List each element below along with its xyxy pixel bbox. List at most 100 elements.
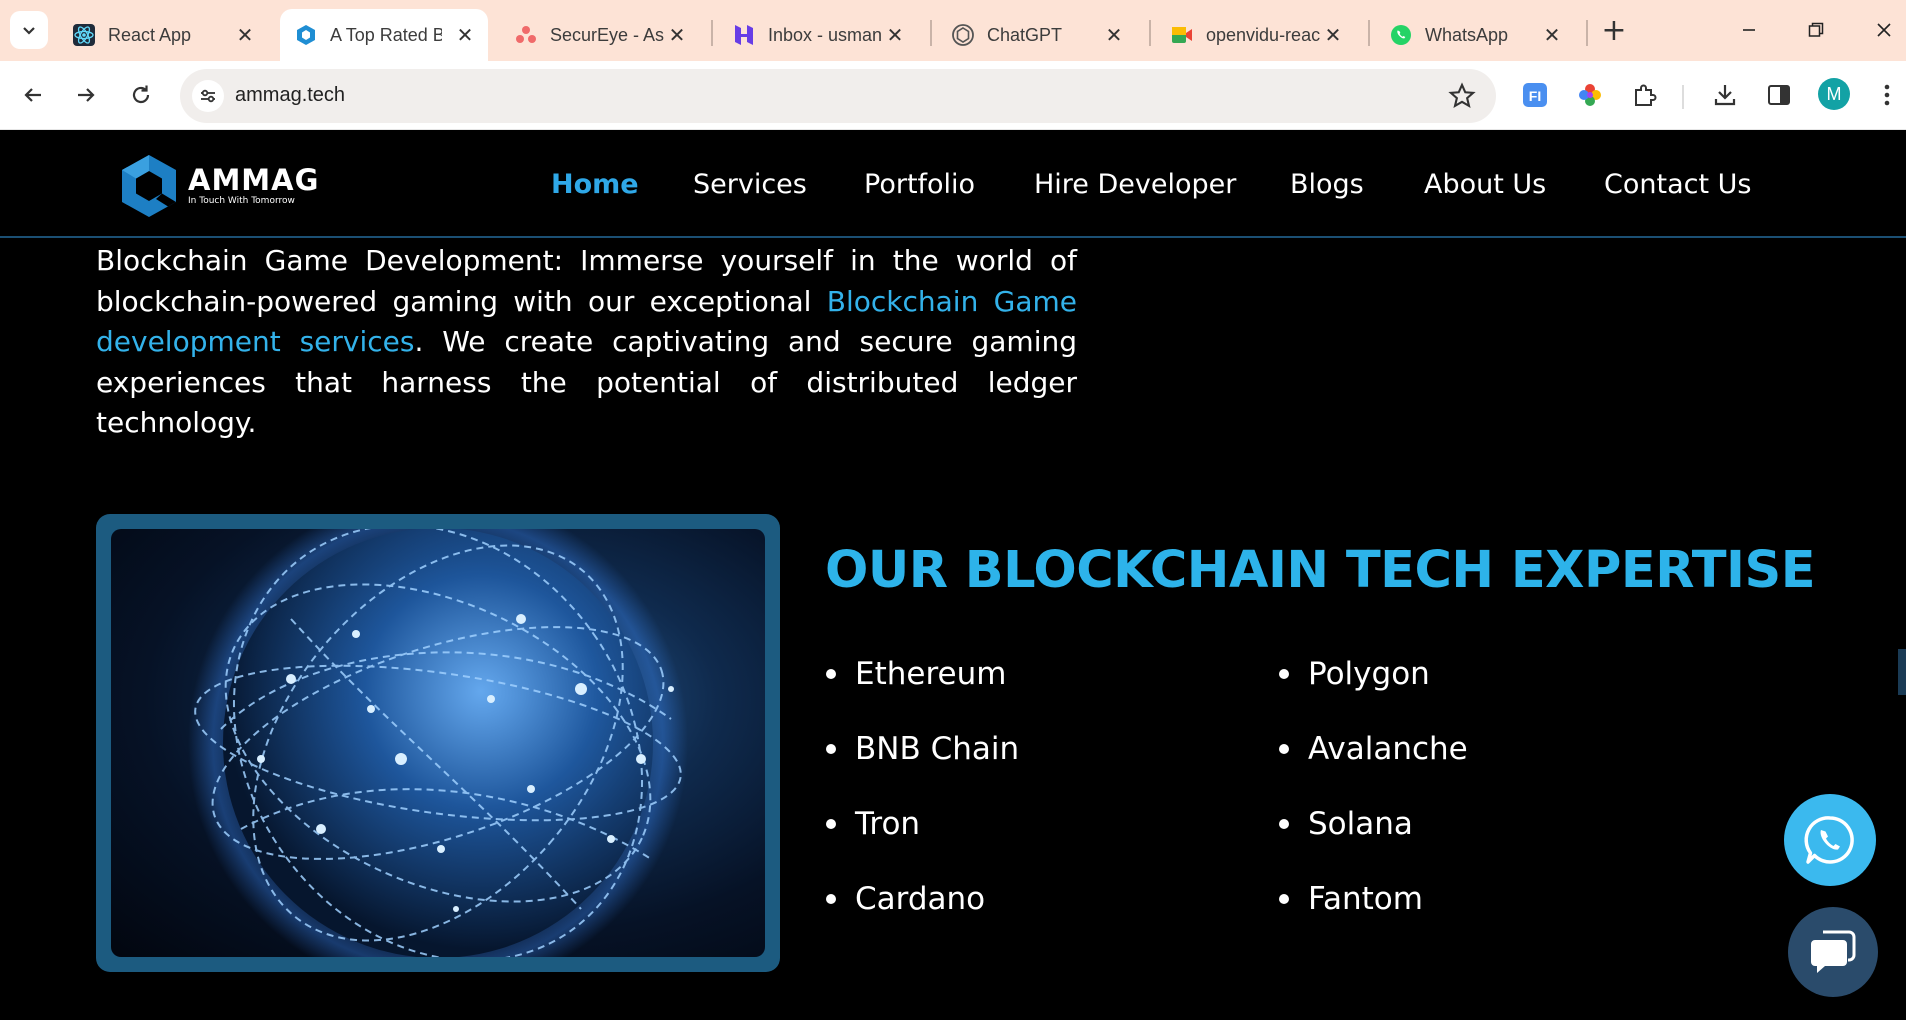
tab-secureye[interactable]: SecurEye - As ✕ — [500, 9, 700, 61]
site-info-icon[interactable] — [192, 80, 224, 112]
close-icon — [1877, 23, 1891, 37]
back-button[interactable] — [15, 77, 51, 113]
tech-list-item: Tron — [826, 806, 920, 842]
bullet — [826, 894, 836, 904]
tab-search-button[interactable] — [10, 11, 48, 49]
logo-name: AMMAG — [188, 163, 320, 197]
reload-button[interactable] — [123, 77, 159, 113]
bullet — [1279, 894, 1289, 904]
url-text[interactable]: ammag.tech — [235, 84, 345, 107]
new-tab-button[interactable]: + — [1598, 13, 1630, 48]
tab-title: ChatGPT — [987, 24, 1063, 45]
whatsapp-icon — [1389, 23, 1413, 47]
tab-whatsapp[interactable]: WhatsApp ✕ — [1375, 9, 1575, 61]
tab-separator — [1149, 20, 1151, 46]
tab-separator — [711, 20, 713, 46]
react-icon — [72, 23, 96, 47]
tech-list-item: Ethereum — [826, 656, 1006, 692]
downloads-icon[interactable] — [1707, 77, 1743, 113]
page-scrollbar-thumb[interactable] — [1898, 649, 1906, 695]
restore-icon — [1808, 22, 1824, 37]
restore-button[interactable] — [1792, 12, 1840, 48]
tab-openvidu[interactable]: openvidu-reac ✕ — [1156, 9, 1356, 61]
site-logo[interactable]: AMMAG In Touch With Tomorrow — [118, 153, 319, 219]
chat-bubble-icon — [1811, 930, 1856, 973]
browser-tab-strip: React App ✕ A Top Rated B ✕ SecurEye - A… — [0, 0, 1906, 61]
minimize-icon — [1743, 29, 1755, 31]
forward-arrow-icon — [78, 88, 95, 102]
minimize-button[interactable] — [1725, 12, 1773, 48]
nav-about-us[interactable]: About Us — [1424, 169, 1546, 200]
blockchain-globe-image — [111, 529, 765, 957]
tech-avalanche: Avalanche — [1308, 731, 1468, 767]
tech-ethereum: Ethereum — [855, 656, 1007, 692]
blockchain-game-paragraph: Blockchain Game Development: Immerse you… — [96, 241, 1077, 444]
tab-separator — [1586, 20, 1588, 46]
close-tab-icon[interactable]: ✕ — [1101, 22, 1127, 48]
tech-list-item: Fantom — [1279, 881, 1423, 917]
bullet — [1279, 744, 1289, 754]
toolbar-separator — [1682, 85, 1684, 109]
tab-separator — [930, 20, 932, 46]
tech-list-item: Avalanche — [1279, 731, 1468, 767]
tab-chatgpt[interactable]: ChatGPT ✕ — [937, 9, 1137, 61]
tech-tron: Tron — [855, 806, 921, 842]
ammag-favicon — [294, 23, 318, 47]
bullet — [826, 819, 836, 829]
tab-title: Inbox - usman — [768, 24, 883, 45]
tech-polygon: Polygon — [1308, 656, 1430, 692]
nav-portfolio[interactable]: Portfolio — [864, 169, 975, 200]
side-panel-icon[interactable] — [1761, 77, 1797, 113]
tab-title: A Top Rated B — [330, 24, 442, 45]
tech-bnb-chain: BNB Chain — [855, 731, 1020, 767]
close-tab-icon[interactable]: ✕ — [1320, 22, 1346, 48]
svg-text:FI: FI — [1529, 88, 1541, 104]
color-picker-extension-icon[interactable] — [1572, 77, 1608, 113]
ammag-logo-icon — [122, 155, 176, 217]
tab-title: WhatsApp — [1425, 24, 1509, 45]
close-tab-icon[interactable]: ✕ — [452, 22, 478, 48]
website-viewport: AMMAG In Touch With Tomorrow Home Servic… — [0, 131, 1906, 1020]
meet-icon — [1170, 23, 1194, 47]
menu-kebab-icon[interactable] — [1869, 77, 1905, 113]
profile-avatar[interactable]: M — [1818, 78, 1850, 110]
nav-contact-us[interactable]: Contact Us — [1604, 169, 1751, 200]
tech-list-item: Solana — [1279, 806, 1413, 842]
close-tab-icon[interactable]: ✕ — [882, 22, 908, 48]
globe-image-frame — [96, 514, 780, 972]
bookmark-star-icon[interactable] — [1448, 82, 1476, 110]
bullet — [826, 669, 836, 679]
forward-button[interactable] — [68, 77, 104, 113]
asana-icon — [514, 23, 538, 47]
nav-home[interactable]: Home — [551, 169, 639, 200]
reload-icon — [132, 85, 150, 104]
extensions-puzzle-icon[interactable] — [1627, 77, 1663, 113]
tab-title: React App — [108, 24, 192, 45]
bullet — [1279, 669, 1289, 679]
tab-separator — [1368, 20, 1370, 46]
tech-list-item: Cardano — [826, 881, 985, 917]
close-tab-icon[interactable]: ✕ — [232, 22, 258, 48]
close-tab-icon[interactable]: ✕ — [664, 22, 690, 48]
tech-cardano: Cardano — [855, 881, 986, 917]
close-tab-icon[interactable]: ✕ — [1539, 22, 1565, 48]
whatsapp-icon — [1804, 816, 1854, 864]
tech-list-item: Polygon — [1279, 656, 1430, 692]
nav-hire-developer[interactable]: Hire Developer — [1034, 169, 1236, 200]
tab-react-app[interactable]: React App ✕ — [58, 9, 268, 61]
live-chat-button[interactable] — [1788, 907, 1878, 997]
close-window-button[interactable] — [1860, 12, 1906, 48]
nav-blogs[interactable]: Blogs — [1290, 169, 1364, 200]
extension-fi-icon[interactable]: FI — [1517, 77, 1553, 113]
tab-title: openvidu-reac — [1206, 24, 1321, 45]
tab-inbox[interactable]: Inbox - usman ✕ — [718, 9, 918, 61]
tab-ammag-active[interactable]: A Top Rated B ✕ — [280, 9, 488, 61]
browser-toolbar: ammag.tech FI M — [0, 61, 1906, 130]
address-bar[interactable]: ammag.tech — [180, 69, 1496, 123]
nav-services[interactable]: Services — [693, 169, 807, 200]
tech-fantom: Fantom — [1308, 881, 1423, 917]
bullet — [826, 744, 836, 754]
chatgpt-icon — [951, 23, 975, 47]
expertise-heading: OUR BLOCKCHAIN TECH EXPERTISE — [825, 541, 1816, 600]
whatsapp-float-button[interactable] — [1784, 794, 1876, 886]
